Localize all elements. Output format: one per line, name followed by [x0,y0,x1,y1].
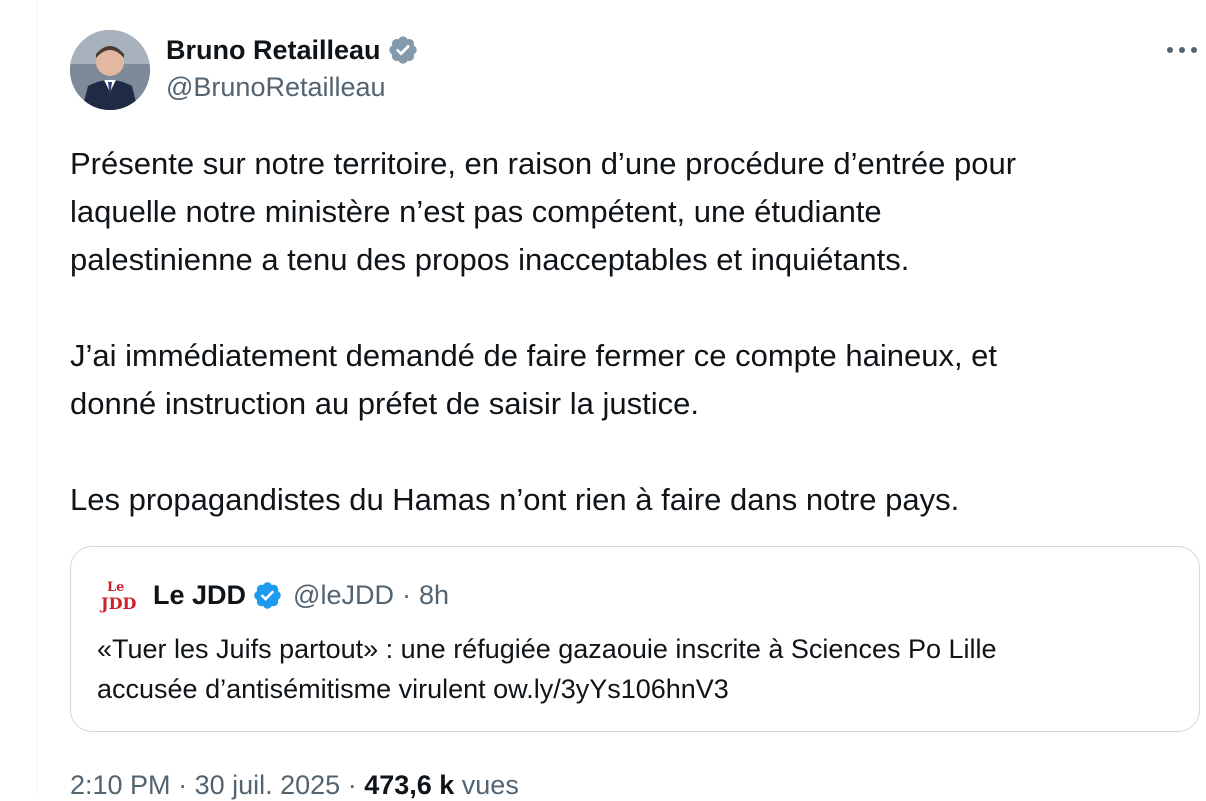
tweet-line: donné instruction au préfet de saisir la… [70,386,699,421]
tweet-paragraph: Les propagandistes du Hamas n’ont rien à… [70,476,1180,524]
author-name[interactable]: Bruno Retailleau [166,33,419,67]
more-horizontal-icon [1167,47,1197,53]
tweet-line: laquelle notre ministère n’est pas compé… [70,194,882,229]
separator-dot: · [170,770,195,800]
quoted-tweet-header: Le JDD Le JDD @leJDD · 8h [99,577,449,614]
tweet-time[interactable]: 2:10 PM [70,770,171,800]
separator-dot: · [340,770,365,800]
logo-text-top: Le [107,580,124,595]
quoted-tweet-text: «Tuer les Juifs partout» : une réfugiée … [97,629,1177,709]
verified-badge-icon [388,36,417,64]
avatar[interactable] [70,30,150,110]
logo-text-bottom: JDD [99,594,136,613]
quoted-tweet-card[interactable]: Le JDD Le JDD @leJDD · 8h «Tuer les Juif… [70,546,1200,732]
views-count: 473,6 k [364,770,455,800]
tweet-paragraph: Présente sur notre territoire, en raison… [70,140,1180,284]
timeline-divider [36,0,37,794]
author-name-text[interactable]: Bruno Retailleau [166,35,381,66]
tweet-date[interactable]: 30 juil. 2025 [195,770,341,800]
verified-badge-icon [254,581,281,609]
tweet-text: Présente sur notre territoire, en raison… [70,140,1180,524]
tweet-metadata: 2:10 PM · 30 juil. 2025 · 473,6 k vues [70,770,519,801]
tweet-line: Présente sur notre territoire, en raison… [70,146,1017,181]
tweet-paragraph: J’ai immédiatement demandé de faire ferm… [70,332,1180,428]
author-handle[interactable]: @BrunoRetailleau [166,72,386,103]
quoted-tweet-line: «Tuer les Juifs partout» : une réfugiée … [97,634,997,664]
quoted-author-handle[interactable]: @leJDD [293,580,394,611]
tweet-line: J’ai immédiatement demandé de faire ferm… [70,338,998,373]
separator-dot: · [401,579,411,610]
quoted-tweet-time[interactable]: 8h [419,580,449,611]
views-label: vues [454,770,519,800]
tweet-line: Les propagandistes du Hamas n’ont rien à… [70,482,960,517]
quoted-tweet-line: accusée d’antisémitisme virulent ow.ly/3… [97,674,729,704]
tweet-line: palestinienne a tenu des propos inaccept… [70,242,910,277]
le-jdd-logo[interactable]: Le JDD [99,577,141,613]
quoted-author-name[interactable]: Le JDD [153,580,246,611]
more-options-button[interactable] [1162,34,1202,66]
